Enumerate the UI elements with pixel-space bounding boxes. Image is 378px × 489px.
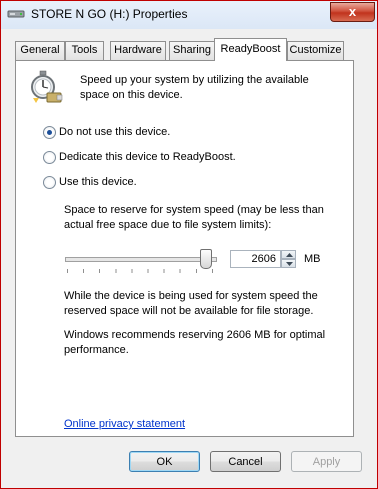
title-bar[interactable]: STORE N GO (H:) Properties x — [1, 1, 377, 29]
reserve-slider-thumb[interactable] — [200, 249, 212, 269]
cancel-button[interactable]: Cancel — [210, 451, 281, 472]
tab-general[interactable]: General — [15, 41, 65, 60]
chevron-up-icon — [286, 253, 293, 257]
readyboost-stopwatch-icon — [27, 69, 65, 107]
close-button[interactable]: x — [330, 2, 375, 22]
readyboost-panel — [15, 60, 354, 437]
reserve-space-label: Space to reserve for system speed (may b… — [64, 204, 324, 231]
readyboost-description: Speed up your system by utilizing the av… — [80, 74, 309, 101]
chevron-down-icon — [286, 262, 293, 266]
window-title: STORE N GO (H:) Properties — [31, 7, 188, 21]
privacy-statement-link[interactable]: Online privacy statement — [64, 418, 185, 430]
properties-dialog: STORE N GO (H:) Properties x General Too… — [0, 0, 378, 489]
unit-label: MB — [304, 253, 321, 265]
slider-ticks — [67, 269, 213, 273]
tab-customize[interactable]: Customize — [287, 41, 344, 60]
spin-up-button[interactable] — [281, 250, 296, 259]
recommendation-text: Windows recommends reserving 2606 MB for… — [64, 329, 326, 356]
storage-info-text: While the device is being used for syste… — [64, 290, 318, 317]
reserve-slider-track[interactable] — [65, 257, 217, 262]
radio-button[interactable] — [43, 151, 56, 164]
drive-icon — [7, 9, 25, 19]
tab-sharing[interactable]: Sharing — [169, 41, 215, 60]
radio-label[interactable]: Use this device. — [59, 175, 137, 189]
reserve-size-spinner[interactable] — [281, 250, 296, 268]
ok-button[interactable]: OK — [129, 451, 200, 472]
tab-readyboost[interactable]: ReadyBoost — [214, 38, 287, 61]
reserve-size-input[interactable]: 2606 — [230, 250, 281, 268]
radio-label[interactable]: Dedicate this device to ReadyBoost. — [59, 150, 236, 164]
tab-hardware[interactable]: Hardware — [110, 41, 166, 60]
radio-button[interactable] — [43, 126, 56, 139]
apply-button[interactable]: Apply — [291, 451, 362, 472]
radio-button[interactable] — [43, 176, 56, 189]
spin-down-button[interactable] — [281, 259, 296, 268]
close-icon: x — [348, 4, 357, 19]
radio-label[interactable]: Do not use this device. — [59, 125, 170, 139]
tab-tools[interactable]: Tools — [65, 41, 104, 60]
